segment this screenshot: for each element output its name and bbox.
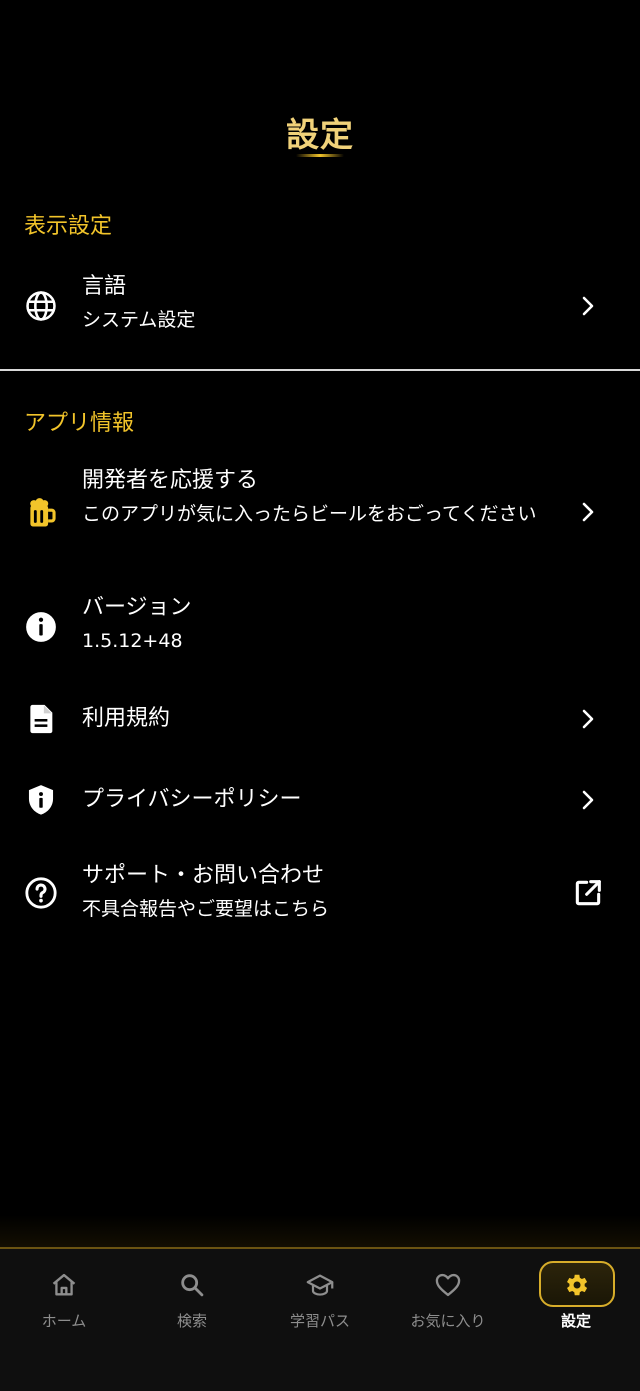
support-developer-subtitle: このアプリが気に入ったらビールをおごってください — [82, 503, 537, 525]
home-icon — [50, 1271, 78, 1299]
terms-row[interactable]: 利用規約 — [0, 696, 640, 742]
chevron-right-icon — [576, 707, 600, 731]
support-contact-subtitle: 不具合報告やご要望はこちら — [82, 898, 330, 920]
section-title-display: 表示設定 — [24, 214, 113, 239]
nav-label-learning-path: 学習パス — [289, 1312, 350, 1330]
nav-item-learning-path[interactable]: 学習パス — [256, 1249, 384, 1349]
section-title-app-info: アプリ情報 — [24, 411, 135, 436]
search-icon — [178, 1271, 206, 1299]
shield-info-icon — [24, 783, 58, 817]
page-title: 設定 — [286, 115, 354, 154]
bottom-nav-glow — [0, 1215, 640, 1250]
chevron-right-icon — [576, 500, 600, 524]
settings-screen: 設定 表示設定 言語 システム設定 アプリ情報 開発者を応援する このアプリが気… — [0, 0, 640, 1391]
language-setting-row[interactable]: 言語 システム設定 — [0, 272, 640, 348]
nav-label-home: ホーム — [41, 1312, 87, 1330]
nav-item-favorites[interactable]: お気に入り — [384, 1249, 512, 1349]
info-icon — [24, 610, 58, 644]
privacy-policy-title: プライバシーポリシー — [82, 787, 302, 812]
title-underline — [296, 154, 344, 157]
beer-icon — [24, 496, 58, 530]
support-developer-title: 開発者を応援する — [82, 468, 259, 493]
nav-label-favorites: お気に入り — [410, 1312, 486, 1330]
terms-title: 利用規約 — [82, 706, 171, 731]
section-divider — [0, 369, 640, 371]
help-circle-icon — [24, 876, 58, 910]
version-row: バージョン 1.5.12+48 — [0, 593, 640, 669]
support-contact-row[interactable]: サポート・お問い合わせ 不具合報告やご要望はこちら — [0, 861, 640, 937]
bottom-navigation: ホーム 検索 学習パス お気に入り 設定 — [0, 1247, 640, 1391]
globe-icon — [24, 289, 58, 323]
document-icon — [24, 702, 58, 736]
version-title: バージョン — [82, 595, 192, 620]
version-value: 1.5.12+48 — [82, 630, 183, 652]
nav-item-search[interactable]: 検索 — [128, 1249, 256, 1349]
heart-icon — [434, 1271, 462, 1299]
support-contact-title: サポート・お問い合わせ — [82, 863, 325, 888]
nav-label-search: 検索 — [176, 1312, 207, 1330]
graduation-cap-icon — [306, 1271, 334, 1299]
support-developer-row[interactable]: 開発者を応援する このアプリが気に入ったらビールをおごってください — [0, 466, 640, 566]
chevron-right-icon — [576, 788, 600, 812]
privacy-policy-row[interactable]: プライバシーポリシー — [0, 777, 640, 823]
nav-item-home[interactable]: ホーム — [0, 1249, 128, 1349]
nav-item-settings[interactable]: 設定 — [512, 1249, 640, 1349]
external-link-icon — [572, 877, 604, 909]
gear-icon — [562, 1271, 590, 1299]
chevron-right-icon — [576, 294, 600, 318]
language-title: 言語 — [82, 274, 127, 299]
page-header: 設定 — [0, 108, 640, 157]
nav-label-settings: 設定 — [560, 1312, 591, 1330]
language-subtitle: システム設定 — [82, 309, 196, 331]
